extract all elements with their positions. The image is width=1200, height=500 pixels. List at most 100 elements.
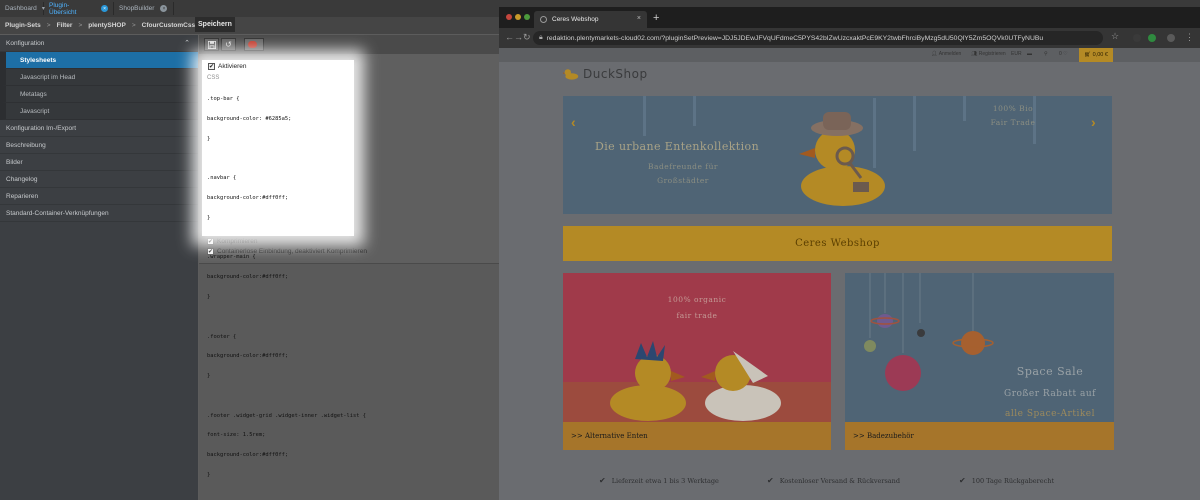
maximize-window-icon[interactable] (524, 14, 530, 20)
close-window-icon[interactable] (506, 14, 512, 20)
tile-organic-label: 100% organic (667, 295, 727, 304)
code-line: .footer { (207, 333, 237, 340)
sidebar: Konfiguration ⌃ Stylesheets Javascript i… (0, 35, 198, 500)
browser-tab[interactable]: Ceres Webshop × (534, 11, 647, 28)
duck-logo-icon (563, 69, 579, 80)
minimize-window-icon[interactable] (515, 14, 521, 20)
undo-button[interactable]: ↺ (221, 38, 236, 51)
tile-footer-label: >> Badezubehör (853, 432, 914, 440)
sidebar-section-repair[interactable]: Reparieren (0, 188, 198, 205)
save-button[interactable] (204, 38, 219, 51)
user-avatar-icon[interactable] (1167, 34, 1175, 42)
shop-preview: 👤︎ Anmelden 👥︎ Registrieren EUR ▬ ⚲ 0 ♡ … (499, 48, 1200, 500)
close-icon[interactable]: × (101, 5, 108, 12)
forward-arrow-icon[interactable]: → (514, 32, 523, 42)
breadcrumb-item[interactable]: CfourCustomCssJs (142, 22, 203, 29)
promo-tile-space-sale[interactable]: Space Sale Großer Rabatt auf alle Space-… (845, 273, 1114, 450)
css-code-textarea[interactable]: .top-bar { background-color: #6285a5; } … (207, 83, 366, 492)
activate-checkbox-row[interactable]: ✔ Aktivieren (208, 63, 247, 70)
address-bar: ← → ↻ 🔒︎ redaktion.plentymarkets-cloud02… (499, 28, 1200, 48)
floppy-disk-icon (207, 40, 216, 49)
slider-prev-icon[interactable]: ‹ (571, 114, 576, 130)
flag-de-icon[interactable]: ▬ (1027, 51, 1032, 57)
register-label: Registrieren (978, 51, 1006, 57)
promo-tile-alternative-ducks[interactable]: 100% organic fair trade >> Alternative E… (563, 273, 831, 450)
sidebar-section-default-container-links[interactable]: Standard-Container-Verknüpfungen (0, 205, 198, 222)
new-tab-icon[interactable]: + (653, 12, 659, 24)
code-line: } (207, 373, 211, 380)
tile-space-sale-title: Space Sale (1016, 365, 1084, 378)
bookmark-star-icon[interactable]: ☆ (1111, 31, 1119, 42)
currency-label: EUR (1011, 51, 1022, 57)
sidebar-section-changelog[interactable]: Changelog (0, 171, 198, 188)
tab-dashboard[interactable]: Dashboard ▾ (0, 2, 45, 15)
usp-label: Kostenloser Versand & Rückversand (779, 476, 900, 485)
sidebar-item-stylesheets[interactable]: Stylesheets (0, 52, 198, 69)
tab-label: Plugin-Übersicht (49, 1, 77, 16)
tile-footer-label: >> Alternative Enten (571, 432, 648, 440)
sidebar-item-javascript[interactable]: Javascript (0, 103, 198, 120)
user-plus-icon: 👥︎ (971, 51, 978, 57)
login-link[interactable]: 👤︎ Anmelden (931, 51, 961, 57)
save-tooltip: Speichern (195, 17, 235, 32)
url-input[interactable]: 🔒︎ redaktion.plentymarkets-cloud02.com/?… (533, 31, 1103, 45)
sidebar-section-label: Reparieren (6, 192, 39, 200)
cart-icon: 🛒︎ (1084, 52, 1092, 58)
logo-text: DuckShop (583, 67, 648, 81)
close-icon[interactable]: × (637, 15, 641, 22)
hero-badge-2: Fair Trade (990, 118, 1036, 127)
breadcrumb-item[interactable]: plentySHOP (88, 22, 126, 29)
punk-and-bride-ducks-image (610, 341, 781, 421)
tab-label: ShopBuilder (119, 5, 155, 12)
sidebar-item-metatags[interactable]: Metatags (0, 86, 198, 103)
sidebar-section-images[interactable]: Bilder (0, 154, 198, 171)
sidebar-item-label: Metatags (20, 90, 47, 98)
shop-logo[interactable]: DuckShop (563, 67, 648, 81)
active-toggle[interactable] (244, 38, 264, 51)
code-line: font-size: 1.5rem; (207, 432, 266, 439)
extension-shield-icon[interactable] (1148, 34, 1156, 42)
cart-button[interactable]: 🛒︎ 0,00 € (1079, 48, 1113, 62)
usp-free-shipping: ✔ Kostenloser Versand & Rückversand (767, 476, 900, 485)
code-line: background-color:#dff0ff; (207, 274, 289, 281)
code-line: } (207, 214, 211, 221)
tile-footer: >> Badezubehör (845, 422, 1114, 450)
sidebar-section-label: Bilder (6, 158, 23, 166)
tab-shopbuilder[interactable]: ShopBuilder × (114, 2, 174, 15)
sidebar-section-label: Beschreibung (6, 141, 46, 149)
globe-icon (540, 16, 547, 23)
hero-subtitle-1: Badefreunde für (648, 162, 718, 171)
planets-image (864, 273, 994, 391)
menu-dots-icon[interactable]: ⋮ (1185, 32, 1194, 43)
wishlist-link[interactable]: 0 ♡ (1059, 51, 1068, 57)
hero-slider[interactable]: ‹ › Die urbane Entenkollektion Badefreun… (563, 96, 1112, 214)
currency-selector[interactable]: EUR (1011, 51, 1022, 57)
sidebar-section-label: Standard-Container-Verknüpfungen (6, 209, 109, 217)
search-icon[interactable]: ⚲ (1044, 51, 1048, 57)
checkbox-activate[interactable]: ✔ (208, 63, 215, 70)
sidebar-item-javascript-head[interactable]: Javascript im Head (0, 69, 198, 86)
shop-name-banner: Ceres Webshop (563, 226, 1112, 261)
browser-titlebar: Ceres Webshop × + (499, 7, 1200, 28)
sidebar-section-config-import-export[interactable]: Konfiguration Im-/Export (0, 120, 198, 137)
breadcrumb-separator: > (78, 22, 83, 29)
breadcrumb-item[interactable]: Filter (57, 22, 73, 29)
slider-next-icon[interactable]: › (1091, 114, 1096, 130)
lock-icon: 🔒︎ (539, 34, 543, 41)
register-link[interactable]: 👥︎ Registrieren (971, 51, 1006, 57)
reload-icon[interactable]: ↻ (523, 32, 531, 43)
extension-icon[interactable] (1133, 34, 1141, 42)
back-arrow-icon[interactable]: ← (505, 32, 514, 42)
sidebar-section-configuration[interactable]: Konfiguration ⌃ (0, 35, 198, 52)
toggle-knob (248, 41, 257, 48)
sidebar-section-description[interactable]: Beschreibung (0, 137, 198, 154)
sidebar-section-label: Changelog (6, 175, 38, 183)
breadcrumb-item[interactable]: Plugin-Sets (5, 22, 41, 29)
close-icon[interactable]: × (160, 5, 168, 12)
tab-plugin-overview[interactable]: Plugin-Übersicht × (44, 1, 114, 16)
code-line: .top-bar { (207, 96, 240, 103)
sidebar-section-label: Konfiguration Im-/Export (6, 124, 77, 132)
check-icon: ✔ (767, 476, 774, 485)
url-text: redaktion.plentymarkets-cloud02.com/?plu… (546, 34, 1044, 42)
tile-space-sale-subtitle: Großer Rabatt auf (1004, 389, 1096, 399)
